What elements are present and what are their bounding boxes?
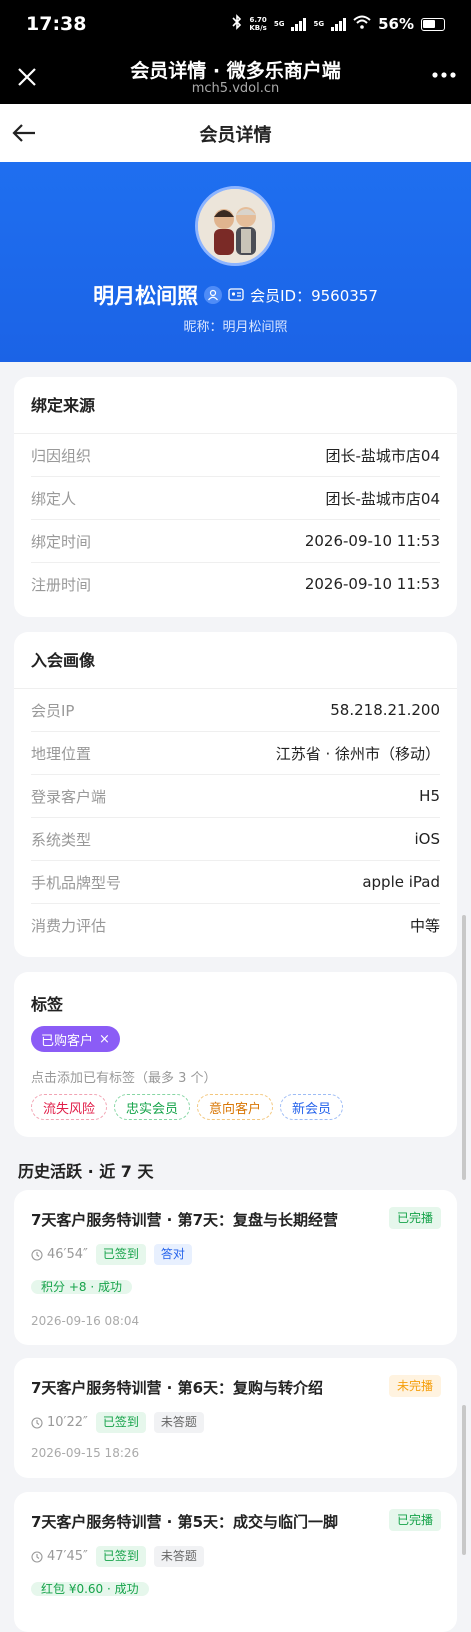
member-name-row: 明月松间照 会员ID：9560357 [0, 280, 471, 310]
tags-card: 标签 已购客户 × 点击添加已有标签（最多 3 个） 流失风险 忠实会员 意向客… [14, 972, 457, 1137]
page-title: 会员详情 [199, 125, 272, 146]
status-badge: 未完播 [388, 1375, 441, 1397]
activity-card[interactable]: 7天客户服务特训营 · 第5天：成交与临门一脚 已完播 47′45″ 已签到 未… [14, 1492, 457, 1632]
card-title: 标签 [31, 995, 64, 1014]
info-row: 地理位置 江苏省 · 徐州市（移动） [31, 732, 440, 775]
info-row: 手机品牌型号 apple iPad [31, 861, 440, 904]
reward-badge: 红包 ¥0.60 · 成功 [31, 1582, 149, 1596]
activity-time: 2026-09-16 08:04 [31, 1314, 140, 1328]
clock-icon [31, 1550, 43, 1563]
status-time: 17:38 [26, 13, 87, 35]
browser-header: 会员详情 · 微多乐商户端 mch5.vdol.cn [0, 52, 471, 104]
current-tag: 已购客户 × [31, 1026, 120, 1052]
activity-title: 7天客户服务特训营 · 第6天：复购与转介绍 [31, 1379, 324, 1397]
activity-card[interactable]: 7天客户服务特训营 · 第7天：复盘与长期经营 已完播 46′54″ 已签到 答… [14, 1190, 457, 1345]
info-row: 注册时间 2026-09-10 11:53 [31, 575, 440, 594]
watch-duration: 10′22″ [47, 1415, 88, 1430]
member-nickname: 昵称：明月松间照 [183, 320, 288, 335]
info-row: 绑定时间 2026-09-10 11:53 [31, 520, 440, 563]
watch-duration: 46′54″ [47, 1247, 88, 1262]
history-section-title: 历史活跃 · 近 7 天 [18, 1162, 154, 1181]
tag-chip-purchased[interactable]: 已购客户 × [31, 1026, 120, 1052]
avatar[interactable] [195, 186, 275, 266]
scrollbar-thumb-2[interactable] [462, 1405, 466, 1555]
info-row: 绑定人 团长-盐城市店04 [31, 477, 440, 520]
network-5g-1: 5G [273, 20, 285, 28]
member-name: 明月松间照 [93, 284, 199, 308]
user-icon [204, 286, 223, 304]
activity-time: 2026-09-15 18:26 [31, 1446, 140, 1460]
wifi-icon [353, 15, 371, 33]
reward-badge: 积分 +8 · 成功 [31, 1280, 132, 1294]
member-header: 明月松间照 会员ID：9560357 昵称：明月松间照 [0, 162, 471, 362]
info-row: 归因组织 团长-盐城市店04 [31, 434, 440, 477]
checkin-badge: 已签到 [95, 1244, 146, 1265]
bluetooth-icon [232, 14, 242, 34]
status-bar: 17:38 6.70 KB/s 5G 5G 56% [0, 0, 471, 52]
browser-domain: mch5.vdol.cn [191, 81, 280, 96]
tag-hint: 点击添加已有标签（最多 3 个） [31, 1071, 217, 1086]
card-title: 入会画像 [14, 632, 457, 689]
activity-title: 7天客户服务特训营 · 第7天：复盘与长期经营 [31, 1211, 339, 1229]
battery-level: 56% [378, 15, 414, 33]
page-navbar: 会员详情 [0, 104, 471, 162]
clock-icon [31, 1248, 43, 1261]
member-portrait-card: 入会画像 会员IP 58.218.21.200 地理位置 江苏省 · 徐州市（移动）… [14, 632, 457, 957]
tag-option-loyal[interactable]: 忠实会员 [114, 1094, 191, 1120]
binding-source-card: 绑定来源 归因组织 团长-盐城市店04 绑定人 团长-盐城市店04 绑定时间 2026… [14, 377, 457, 617]
network-speed: 6.70 KB/s [249, 16, 267, 32]
remove-tag-icon[interactable]: × [99, 1032, 110, 1047]
activity-card[interactable]: 7天客户服务特训营 · 第6天：复购与转介绍 未完播 10′22″ 已签到 未答… [14, 1358, 457, 1478]
answer-badge: 未答题 [153, 1412, 204, 1433]
status-badge: 已完播 [388, 1509, 441, 1531]
card-title: 绑定来源 [14, 377, 457, 434]
battery-icon [421, 17, 445, 31]
answer-badge: 答对 [153, 1244, 192, 1265]
info-row: 系统类型 iOS [31, 818, 440, 861]
signal-icon [291, 17, 307, 31]
clock-icon [31, 1416, 43, 1429]
checkin-badge: 已签到 [95, 1546, 146, 1567]
activity-meta: 10′22″ 已签到 未答题 [31, 1412, 204, 1433]
tag-option-intent[interactable]: 意向客户 [197, 1094, 274, 1120]
more-icon[interactable] [431, 66, 457, 86]
scrollbar-thumb[interactable] [462, 915, 466, 1180]
network-5g-2: 5G [313, 20, 325, 28]
tag-option-new[interactable]: 新会员 [280, 1094, 344, 1120]
status-icons: 6.70 KB/s 5G 5G 56% [232, 14, 445, 34]
info-row: 登录客户端 H5 [31, 775, 440, 818]
answer-badge: 未答题 [153, 1546, 204, 1567]
browser-title: 会员详情 · 微多乐商户端 [130, 60, 341, 82]
info-row: 会员IP 58.218.21.200 [31, 689, 440, 732]
status-badge: 已完播 [388, 1207, 441, 1229]
tag-option-churn-risk[interactable]: 流失风险 [31, 1094, 108, 1120]
activity-meta: 46′54″ 已签到 答对 [31, 1244, 192, 1265]
checkin-badge: 已签到 [95, 1412, 146, 1433]
member-id: 会员ID：9560357 [250, 286, 378, 305]
activity-title: 7天客户服务特训营 · 第5天：成交与临门一脚 [31, 1513, 339, 1531]
tag-options: 流失风险 忠实会员 意向客户 新会员 [31, 1094, 344, 1120]
watch-duration: 47′45″ [47, 1549, 88, 1564]
activity-meta: 47′45″ 已签到 未答题 [31, 1546, 204, 1567]
info-row: 消费力评估 中等 [31, 916, 440, 935]
signal-icon-2 [331, 17, 347, 31]
id-card-icon [228, 286, 244, 305]
